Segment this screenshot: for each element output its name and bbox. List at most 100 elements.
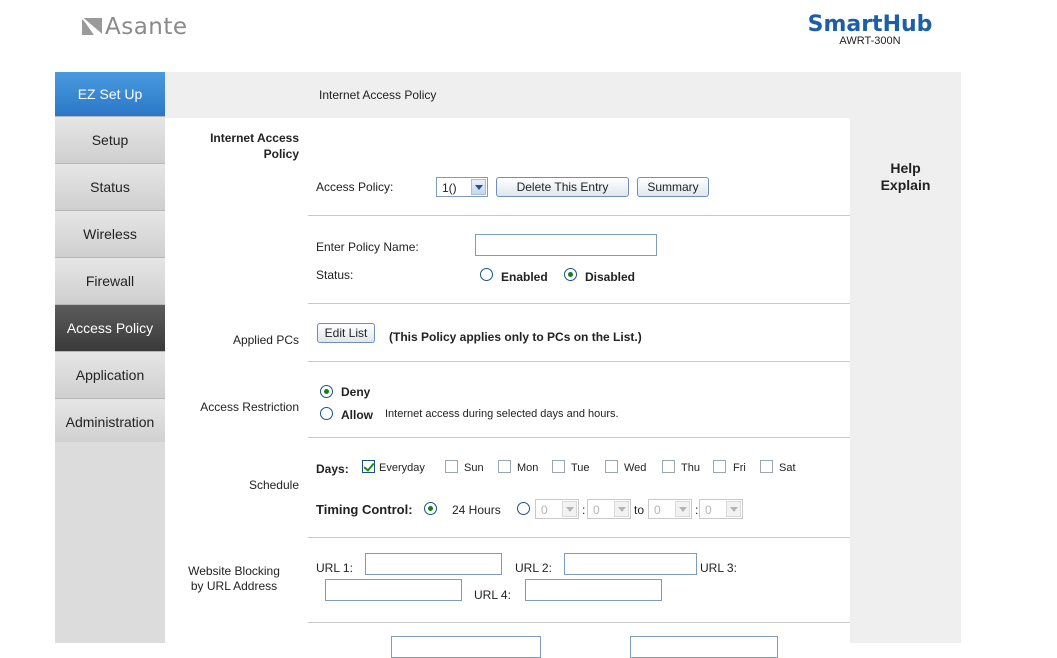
section-heading: Internet Access Policy bbox=[175, 130, 299, 162]
policy-name-label: Enter Policy Name: bbox=[316, 240, 419, 254]
schedule-label: Schedule bbox=[248, 478, 299, 492]
sidebar-filler bbox=[55, 442, 165, 643]
sidebar-item-administration[interactable]: Administration bbox=[55, 399, 165, 446]
sidebar-item-setup[interactable]: Setup bbox=[55, 117, 165, 164]
day-sat-label: Sat bbox=[779, 462, 796, 474]
end-hour-value: 0 bbox=[654, 503, 661, 517]
section-heading-line2: Policy bbox=[263, 147, 299, 161]
day-wed-label: Wed bbox=[624, 462, 647, 474]
restriction-allow-note: Internet access during selected days and… bbox=[385, 408, 619, 420]
start-hour-select[interactable]: 0 bbox=[535, 499, 579, 519]
access-policy-select-value: 1() bbox=[442, 181, 457, 195]
start-minute-select[interactable]: 0 bbox=[587, 499, 631, 519]
page-title: Internet Access Policy bbox=[319, 88, 437, 102]
applied-pcs-label: Applied PCs bbox=[232, 333, 299, 347]
divider bbox=[308, 303, 850, 304]
url-block-label-line1: Website Blocking bbox=[188, 564, 280, 578]
day-thu-label: Thu bbox=[681, 462, 700, 474]
divider bbox=[308, 622, 850, 623]
help-column bbox=[850, 118, 961, 643]
access-policy-select[interactable]: 1() bbox=[436, 177, 488, 197]
sidebar-item-status[interactable]: Status bbox=[55, 164, 165, 211]
timing-24hours-radio[interactable] bbox=[424, 502, 437, 515]
timing-custom-radio[interactable] bbox=[517, 502, 530, 515]
divider bbox=[308, 437, 850, 438]
day-mon-label: Mon bbox=[517, 462, 539, 474]
keyword1-input[interactable] bbox=[391, 636, 541, 658]
sidebar-item-application[interactable]: Application bbox=[55, 352, 165, 399]
url2-label: URL 2: bbox=[515, 561, 552, 575]
divider bbox=[308, 215, 850, 216]
chevron-down-icon bbox=[675, 501, 690, 517]
url4-label: URL 4: bbox=[474, 588, 511, 602]
brand-logo: Asante bbox=[82, 14, 188, 40]
restriction-allow-radio[interactable] bbox=[320, 407, 333, 420]
day-everyday-checkbox[interactable] bbox=[362, 460, 375, 473]
time-colon: : bbox=[582, 503, 586, 517]
timing-24hours-label: 24 Hours bbox=[452, 503, 501, 517]
day-fri-label: Fri bbox=[733, 462, 746, 474]
end-minute-select[interactable]: 0 bbox=[699, 499, 743, 519]
section-heading-line1: Internet Access bbox=[210, 131, 299, 145]
sidebar-item-firewall[interactable]: Firewall bbox=[55, 258, 165, 305]
page-title-band: Internet Access Policy bbox=[165, 72, 961, 118]
access-policy-label: Access Policy: bbox=[316, 180, 394, 194]
day-sat-checkbox[interactable] bbox=[760, 460, 773, 473]
day-tue-checkbox[interactable] bbox=[552, 460, 565, 473]
product-name: SmartHub bbox=[807, 12, 933, 37]
brand-name: Asante bbox=[105, 14, 188, 40]
status-enabled-radio[interactable] bbox=[480, 268, 493, 281]
restriction-allow-label: Allow bbox=[341, 408, 373, 422]
url1-input[interactable] bbox=[365, 553, 502, 575]
restriction-deny-label: Deny bbox=[341, 385, 371, 399]
chevron-down-icon bbox=[471, 179, 486, 195]
help-title-line2: Explain bbox=[880, 177, 931, 193]
status-disabled-radio[interactable] bbox=[564, 268, 577, 281]
url3-label: URL 3: bbox=[700, 561, 737, 575]
sidebar-item-access-policy[interactable]: Access Policy bbox=[55, 305, 165, 352]
day-mon-checkbox[interactable] bbox=[498, 460, 511, 473]
status-disabled-label: Disabled bbox=[585, 270, 636, 284]
end-hour-select[interactable]: 0 bbox=[648, 499, 692, 519]
day-fri-checkbox[interactable] bbox=[713, 460, 726, 473]
restriction-deny-radio[interactable] bbox=[320, 385, 333, 398]
divider bbox=[308, 537, 850, 538]
url2-input[interactable] bbox=[564, 553, 697, 575]
sidebar: EZ Set Up Setup Status Wireless Firewall… bbox=[55, 72, 165, 446]
keyword2-input[interactable] bbox=[630, 636, 778, 658]
edit-list-button[interactable]: Edit List bbox=[317, 323, 375, 343]
url-block-label-line2: by URL Address bbox=[190, 579, 278, 593]
help-title: Help Explain bbox=[850, 160, 961, 194]
day-thu-checkbox[interactable] bbox=[662, 460, 675, 473]
url4-input[interactable] bbox=[525, 579, 662, 601]
day-wed-checkbox[interactable] bbox=[605, 460, 618, 473]
delete-entry-button[interactable]: Delete This Entry bbox=[496, 177, 629, 197]
time-colon: : bbox=[695, 503, 699, 517]
day-tue-label: Tue bbox=[571, 462, 590, 474]
chevron-down-icon bbox=[614, 501, 629, 517]
days-label: Days: bbox=[316, 462, 349, 476]
summary-button[interactable]: Summary bbox=[637, 177, 709, 197]
access-restriction-label: Access Restriction bbox=[200, 400, 299, 414]
end-minute-value: 0 bbox=[705, 503, 712, 517]
chevron-down-icon bbox=[726, 501, 741, 517]
day-everyday-label: Everyday bbox=[379, 462, 425, 474]
policy-name-input[interactable] bbox=[475, 234, 657, 256]
url-block-label: Website Blocking by URL Address bbox=[175, 564, 293, 594]
help-title-line1: Help bbox=[890, 160, 921, 176]
status-label: Status: bbox=[316, 268, 354, 282]
divider bbox=[308, 361, 850, 362]
product-logo: SmartHub AWRT-300N bbox=[800, 12, 940, 47]
day-sun-checkbox[interactable] bbox=[445, 460, 458, 473]
sidebar-item-ez-setup[interactable]: EZ Set Up bbox=[55, 72, 165, 117]
applied-pcs-note: (This Policy applies only to PCs on the … bbox=[389, 330, 642, 344]
url3-input[interactable] bbox=[325, 579, 462, 601]
day-sun-label: Sun bbox=[464, 462, 484, 474]
time-to-label: to bbox=[634, 503, 645, 517]
start-hour-value: 0 bbox=[541, 503, 548, 517]
sidebar-item-wireless[interactable]: Wireless bbox=[55, 211, 165, 258]
status-enabled-label: Enabled bbox=[501, 270, 548, 284]
start-minute-value: 0 bbox=[593, 503, 600, 517]
timing-control-label: Timing Control: bbox=[316, 502, 413, 517]
url1-label: URL 1: bbox=[316, 561, 353, 575]
